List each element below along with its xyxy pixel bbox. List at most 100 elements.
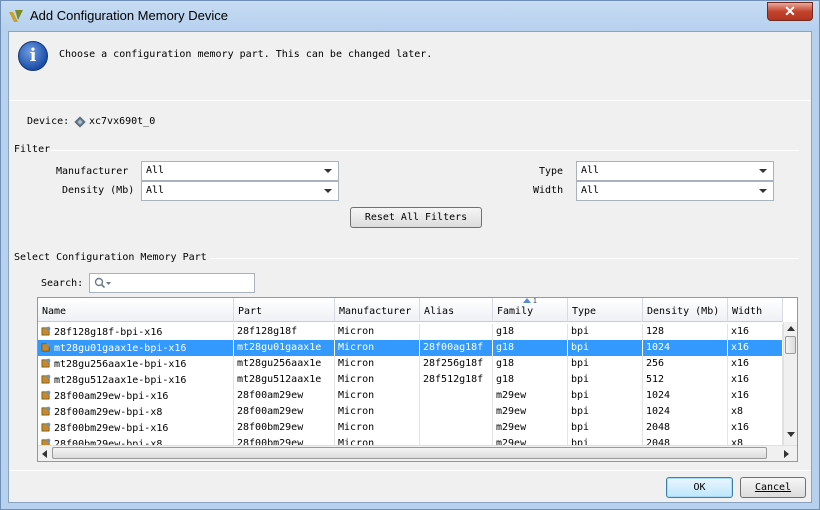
cell-part: mt28gu256aax1e: [234, 356, 335, 372]
table-row[interactable]: 28f128g18f-bpi-x16 28f128g18f Micron g18 bpi…: [38, 324, 783, 340]
column-header-type[interactable]: Type: [568, 298, 643, 322]
width-select[interactable]: All: [576, 181, 774, 201]
scroll-left-icon[interactable]: [42, 450, 47, 458]
cell-name: 28f128g18f-bpi-x16: [38, 324, 234, 340]
cell-text: 1024: [646, 406, 671, 417]
cell-density: 1024: [643, 404, 728, 420]
table-row[interactable]: mt28gu512aax1e-bpi-x16 mt28gu512aax1e Micr…: [38, 372, 783, 388]
manufacturer-select[interactable]: All: [141, 161, 339, 181]
cell-alias: [420, 420, 493, 436]
device-value: xc7vx690t_0: [89, 116, 156, 127]
cell-text: Micron: [338, 406, 375, 417]
cell-text: Micron: [338, 374, 375, 385]
cell-text: 128: [646, 326, 665, 337]
cell-width: x16: [728, 356, 783, 372]
table-row[interactable]: 28f00am29ew-bpi-x16 28f00am29ew Micron m29e…: [38, 388, 783, 404]
cell-text: 28f00am29ew: [237, 390, 304, 401]
chevron-down-icon: [759, 169, 767, 173]
table-row[interactable]: 28f00am29ew-bpi-x8 28f00am29ew Micron m29ew…: [38, 404, 783, 420]
width-value: All: [581, 185, 600, 196]
column-header-width[interactable]: Width: [728, 298, 783, 322]
search-input[interactable]: [89, 273, 255, 293]
cell-text: bpi: [571, 390, 590, 401]
cell-family: m29ew: [493, 420, 568, 436]
chevron-down-icon: [324, 169, 332, 173]
cell-text: 28f512g18f: [423, 374, 484, 385]
cell-text: Micron: [338, 390, 375, 401]
cell-width: x16: [728, 324, 783, 340]
cell-width: x16: [728, 372, 783, 388]
cancel-button[interactable]: Cancel: [740, 477, 806, 498]
cell-type: bpi: [568, 388, 643, 404]
column-header-name[interactable]: Name: [38, 298, 234, 322]
type-select[interactable]: All: [576, 161, 774, 181]
cell-text: x16: [731, 374, 750, 385]
chip-icon: [74, 116, 86, 128]
cell-text: 1024: [646, 342, 671, 353]
density-value: All: [146, 185, 165, 196]
cell-text: mt28gu256aax1e: [237, 358, 322, 369]
cell-density: 512: [643, 372, 728, 388]
cell-text: mt28gu512aax1e: [237, 374, 322, 385]
cell-name: mt28gu256aax1e-bpi-x16: [38, 356, 234, 372]
close-button[interactable]: ✕: [767, 2, 813, 21]
scroll-up-icon[interactable]: [787, 326, 795, 331]
reset-filters-button[interactable]: Reset All Filters: [350, 207, 482, 228]
cell-text: g18: [496, 326, 515, 337]
cell-width: x16: [728, 340, 783, 356]
cell-family: m29ew: [493, 404, 568, 420]
cell-density: 128: [643, 324, 728, 340]
cell-text: x16: [731, 422, 750, 433]
memory-part-icon: [41, 326, 51, 336]
ok-button[interactable]: OK: [666, 477, 733, 498]
horizontal-scrollbar[interactable]: [38, 445, 797, 461]
cell-text: g18: [496, 358, 515, 369]
parts-table[interactable]: Name Part Manufacturer Alias Family Type…: [37, 297, 798, 462]
cell-manufacturer: Micron: [335, 340, 420, 356]
column-header-density[interactable]: Density (Mb): [643, 298, 728, 322]
cell-text: 28f128g18f: [237, 326, 298, 337]
chevron-down-icon: [324, 189, 332, 193]
dialog-body: i Choose a configuration memory part. Th…: [8, 31, 812, 503]
cell-family: g18: [493, 356, 568, 372]
scroll-right-icon[interactable]: [784, 450, 789, 458]
cell-text: Micron: [338, 326, 375, 337]
info-icon: i: [18, 41, 48, 71]
column-header-alias[interactable]: Alias: [420, 298, 493, 322]
cell-text: m29ew: [496, 390, 527, 401]
title-bar[interactable]: Add Configuration Memory Device ✕: [1, 1, 819, 31]
cell-text: mt28gu01gaax1e: [237, 342, 322, 353]
cell-family: g18: [493, 340, 568, 356]
cell-type: bpi: [568, 404, 643, 420]
density-select[interactable]: All: [141, 181, 339, 201]
scroll-down-icon[interactable]: [787, 432, 795, 437]
cell-text: bpi: [571, 422, 590, 433]
cell-manufacturer: Micron: [335, 388, 420, 404]
cell-text: bpi: [571, 374, 590, 385]
vertical-scroll-thumb[interactable]: [785, 336, 796, 354]
column-header-manufacturer[interactable]: Manufacturer: [335, 298, 420, 322]
cell-text: mt28gu01gaax1e-bpi-x16: [54, 343, 187, 354]
table-row[interactable]: mt28gu256aax1e-bpi-x16 mt28gu256aax1e Micr…: [38, 356, 783, 372]
horizontal-scroll-thumb[interactable]: [52, 447, 767, 459]
cell-text: mt28gu512aax1e-bpi-x16: [54, 375, 187, 386]
cell-text: g18: [496, 342, 515, 353]
table-row[interactable]: 28f00bm29ew-bpi-x16 28f00bm29ew Micron m29e…: [38, 420, 783, 436]
cell-text: bpi: [571, 406, 590, 417]
cell-text: mt28gu256aax1e-bpi-x16: [54, 359, 187, 370]
window-title: Add Configuration Memory Device: [30, 8, 228, 23]
memory-part-icon: [41, 422, 51, 432]
cell-text: 28f256g18f: [423, 358, 484, 369]
sort-ascending-icon: [523, 298, 531, 303]
column-header-part[interactable]: Part: [234, 298, 335, 322]
cell-text: Micron: [338, 342, 375, 353]
cell-manufacturer: Micron: [335, 404, 420, 420]
vertical-scrollbar[interactable]: [783, 322, 797, 445]
manufacturer-value: All: [146, 165, 165, 176]
memory-part-icon: [41, 374, 51, 384]
cell-family: m29ew: [493, 388, 568, 404]
table-row[interactable]: mt28gu01gaax1e-bpi-x16 mt28gu01gaax1e Micr…: [38, 340, 783, 356]
cell-text: 28f00bm29ew-bpi-x16: [54, 423, 169, 434]
cell-manufacturer: Micron: [335, 324, 420, 340]
search-icon: [94, 277, 111, 289]
